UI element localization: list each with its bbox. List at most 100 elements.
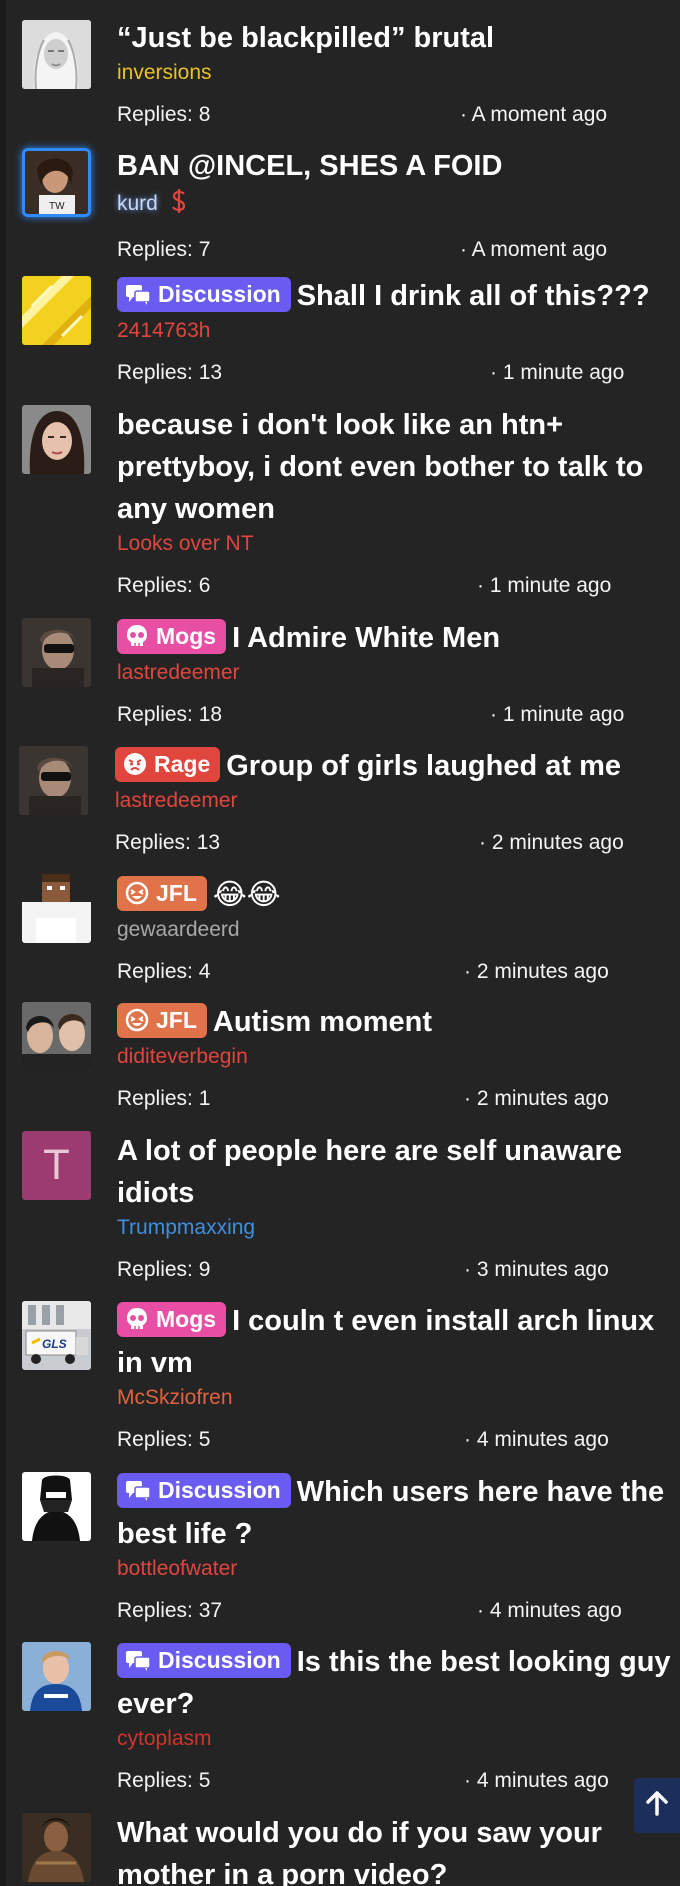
reply-count: Replies: 18 <box>117 703 223 726</box>
thread-title: Discussion Shall I drink all of this??? <box>117 275 680 317</box>
thread-title: JFL Autism moment <box>117 1001 680 1043</box>
tag-discussion[interactable]: Discussion <box>117 1643 291 1678</box>
thread-time: · 1 minute ago <box>490 703 625 726</box>
thread-title[interactable]: What would you do if you saw your mother… <box>117 1812 680 1886</box>
tag-label: Mogs <box>156 1306 217 1332</box>
tag-label: Discussion <box>158 1477 281 1503</box>
thread-item[interactable]: Mogs I Admire White Men lastredeemer Rep… <box>0 617 680 729</box>
tag-label: Discussion <box>158 281 281 307</box>
thread-author[interactable]: inversions <box>117 60 680 86</box>
tag-label: Mogs <box>156 623 217 649</box>
thread-author[interactable]: McSkziofren <box>117 1385 680 1411</box>
thread-meta: Replies: 18 · 1 minute ago <box>117 701 680 729</box>
user-avatar[interactable] <box>22 618 91 687</box>
thread-title: Mogs I Admire White Men <box>117 617 680 659</box>
user-avatar[interactable] <box>22 874 91 943</box>
tag-discussion[interactable]: Discussion <box>117 1473 291 1508</box>
tag-mogs[interactable]: Mogs <box>117 1302 227 1337</box>
thread-title[interactable]: “Just be blackpilled” brutal <box>117 17 680 59</box>
user-avatar[interactable] <box>22 1002 91 1071</box>
tag-discussion[interactable]: Discussion <box>117 277 291 312</box>
thread-meta: Replies: 8 · A moment ago <box>117 101 680 129</box>
reply-count: Replies: 6 <box>117 574 211 597</box>
thread-item[interactable]: because i don't look like an htn+ pretty… <box>0 404 680 600</box>
thread-author[interactable]: Looks over NT <box>117 531 680 557</box>
thread-item[interactable]: Discussion Which users here have the bes… <box>0 1471 680 1625</box>
chat-bubbles-icon <box>125 1647 151 1682</box>
chat-bubbles-icon <box>125 281 151 316</box>
thread-meta: Replies: 4 · 2 minutes ago <box>117 958 680 986</box>
user-avatar[interactable]: TW <box>22 148 91 217</box>
thread-time: · 2 minutes ago <box>464 1087 609 1110</box>
user-avatar[interactable]: T <box>22 1131 91 1200</box>
thread-meta: Replies: 9 · 3 minutes ago <box>117 1256 680 1284</box>
tag-label: JFL <box>156 880 197 906</box>
user-avatar[interactable] <box>22 1472 91 1541</box>
reply-count: Replies: 4 <box>117 960 211 983</box>
thread-item[interactable]: Discussion Shall I drink all of this??? … <box>0 275 680 387</box>
reply-count: Replies: 5 <box>117 1428 211 1451</box>
tag-jfl[interactable]: JFL <box>117 876 207 911</box>
user-avatar[interactable] <box>22 1642 91 1711</box>
thread-time: · 4 minutes ago <box>464 1428 609 1451</box>
thread-title-text[interactable]: 😂😂 <box>213 877 281 911</box>
thread-item[interactable]: “Just be blackpilled” brutal inversions … <box>0 17 680 129</box>
thread-item[interactable]: JFL Autism moment diditeverbegin Replies… <box>0 1001 680 1113</box>
tag-rage[interactable]: Rage <box>115 747 221 782</box>
tag-jfl[interactable]: JFL <box>117 1003 207 1038</box>
thread-time: · A moment ago <box>460 103 608 126</box>
thread-time: · 2 minutes ago <box>464 960 609 983</box>
thread-meta: Replies: 5 · 4 minutes ago <box>117 1767 680 1795</box>
laughing-face-icon <box>125 880 149 915</box>
arrow-up-icon <box>645 1790 669 1821</box>
thread-item[interactable]: Rage Group of girls laughed at me lastre… <box>0 745 680 857</box>
thread-item[interactable]: What would you do if you saw your mother… <box>0 1812 680 1886</box>
user-avatar[interactable]: GLS <box>22 1301 91 1370</box>
chat-bubbles-icon <box>125 1477 151 1512</box>
thread-meta: Replies: 1 · 2 minutes ago <box>117 1085 680 1113</box>
thread-meta: Replies: 13 · 1 minute ago <box>117 359 680 387</box>
reply-count: Replies: 1 <box>117 1087 211 1110</box>
thread-author[interactable]: diditeverbegin <box>117 1044 680 1070</box>
user-avatar[interactable] <box>19 746 88 815</box>
thread-time: · 3 minutes ago <box>464 1258 609 1281</box>
scroll-to-top-button[interactable] <box>634 1778 680 1833</box>
thread-author[interactable]: bottleofwater <box>117 1556 680 1582</box>
thread-item[interactable]: Discussion Is this the best looking guy … <box>0 1641 680 1795</box>
avatar-truck-text: GLS <box>42 1337 67 1351</box>
thread-author[interactable]: gewaardeerd <box>117 917 680 943</box>
thread-item[interactable]: TW BAN @INCEL, SHES A FOID kurd Replies:… <box>0 145 680 264</box>
thread-time: · 2 minutes ago <box>479 831 624 854</box>
thread-author[interactable]: Trumpmaxxing <box>117 1215 680 1241</box>
user-avatar[interactable] <box>22 1813 91 1882</box>
thread-title: Rage Group of girls laughed at me <box>115 745 680 787</box>
reply-count: Replies: 8 <box>117 103 211 126</box>
thread-author[interactable]: 2414763h <box>117 318 680 344</box>
reply-count: Replies: 7 <box>117 238 211 261</box>
thread-item[interactable]: JFL 😂😂 gewaardeerd Replies: 4 · 2 minute… <box>0 873 680 986</box>
angry-face-icon <box>123 751 147 786</box>
user-avatar[interactable] <box>22 405 91 474</box>
thread-time: · 1 minute ago <box>477 574 612 597</box>
thread-title-text[interactable]: I Admire White Men <box>232 622 500 654</box>
thread-author[interactable]: cytoplasm <box>117 1726 680 1752</box>
author-name[interactable]: kurd <box>117 192 158 215</box>
thread-title[interactable]: because i don't look like an htn+ pretty… <box>117 404 680 530</box>
user-avatar[interactable] <box>22 20 91 89</box>
thread-meta: Replies: 13 · 2 minutes ago <box>115 829 680 857</box>
user-avatar[interactable] <box>22 276 91 345</box>
thread-time: · A moment ago <box>460 238 608 261</box>
tag-mogs[interactable]: Mogs <box>117 619 227 654</box>
thread-author[interactable]: lastredeemer <box>117 660 680 686</box>
thread-title-text[interactable]: Group of girls laughed at me <box>226 750 621 782</box>
thread-author[interactable]: lastredeemer <box>115 788 680 814</box>
thread-item[interactable]: T A lot of people here are self unaware … <box>0 1130 680 1284</box>
thread-title-text[interactable]: Autism moment <box>213 1006 432 1038</box>
thread-title[interactable]: A lot of people here are self unaware id… <box>117 1130 680 1214</box>
thread-title[interactable]: BAN @INCEL, SHES A FOID <box>117 145 680 187</box>
reply-count: Replies: 9 <box>117 1258 211 1281</box>
thread-title-text[interactable]: Shall I drink all of this??? <box>297 280 650 312</box>
thread-item[interactable]: GLS Mogs I couln t even install arch lin… <box>0 1300 680 1454</box>
reply-count: Replies: 13 <box>117 361 223 384</box>
laughing-face-icon <box>125 1007 149 1042</box>
